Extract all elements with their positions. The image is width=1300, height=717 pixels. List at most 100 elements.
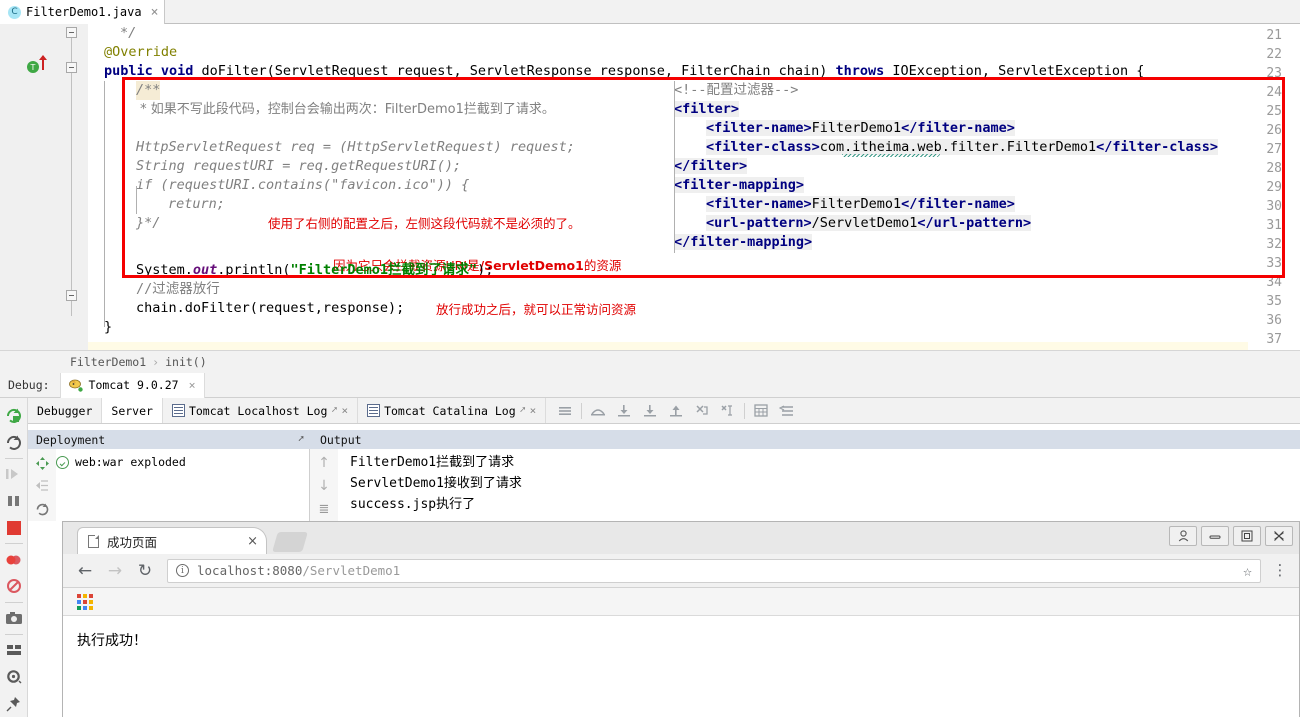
- window-controls[interactable]: [1169, 526, 1293, 546]
- evaluate-expression-icon[interactable]: [748, 398, 774, 423]
- deployment-artifact-row[interactable]: web:war exploded: [28, 449, 309, 469]
- new-tab-button[interactable]: [272, 532, 308, 552]
- force-step-into-icon[interactable]: [637, 398, 663, 423]
- xml-line-filter-open: <filter>: [674, 101, 740, 117]
- breadcrumb-method[interactable]: init(): [165, 355, 207, 369]
- show-execution-point-icon[interactable]: [552, 398, 578, 423]
- fold-toggle-icon[interactable]: [66, 62, 77, 73]
- deployment-pane[interactable]: web:war exploded: [28, 449, 310, 521]
- maximize-button[interactable]: [1233, 526, 1261, 546]
- log-file-icon: [367, 404, 381, 417]
- stop-icon[interactable]: [1, 514, 27, 541]
- close-button[interactable]: [1265, 526, 1293, 546]
- site-info-icon[interactable]: i: [176, 564, 189, 577]
- browser-nav-bar[interactable]: ← → ↻ i localhost:8080/ServletDemo1 ☆ ⋮: [63, 554, 1299, 588]
- profile-icon[interactable]: [1169, 526, 1197, 546]
- indent-guide: [136, 186, 137, 214]
- browser-tab[interactable]: 成功页面 ×: [77, 527, 267, 554]
- layout-icon[interactable]: [1, 636, 27, 663]
- divider: [744, 402, 746, 419]
- tab-server[interactable]: Server: [102, 398, 163, 423]
- debug-step-toolbar[interactable]: [546, 398, 800, 423]
- camera-icon[interactable]: [1, 605, 27, 632]
- close-icon[interactable]: ×: [247, 534, 258, 549]
- refresh-icon[interactable]: [35, 497, 50, 521]
- step-out-icon[interactable]: [663, 398, 689, 423]
- collapse-all-icon[interactable]: [35, 473, 50, 497]
- code-editor[interactable]: 21 22 23 24 25 26 27 28 29 30 31 32 33 3…: [0, 24, 1300, 350]
- bookmark-star-icon[interactable]: ☆: [1243, 562, 1252, 580]
- override-arrow-head-icon: [39, 55, 47, 60]
- apps-grid-icon[interactable]: [77, 593, 93, 610]
- breadcrumb[interactable]: FilterDemo1 › init(): [0, 350, 1300, 373]
- forward-icon[interactable]: →: [101, 558, 129, 584]
- divider: [4, 601, 23, 603]
- soft-wrap-icon[interactable]: [774, 398, 800, 423]
- rerun-icon[interactable]: [1, 402, 27, 429]
- mute-breakpoints-icon[interactable]: [1, 573, 27, 600]
- soft-wrap-output-icon[interactable]: ≣: [319, 502, 330, 521]
- debug-side-toolbar[interactable]: [0, 398, 28, 717]
- url-host: localhost:8080: [197, 563, 303, 578]
- xml-line-mapping-close: </filter-mapping>: [674, 234, 813, 250]
- breadcrumb-class[interactable]: FilterDemo1: [70, 355, 146, 369]
- pin-icon[interactable]: ➚: [520, 405, 526, 416]
- fold-toggle-icon[interactable]: [66, 27, 77, 38]
- tab-tomcat-localhost-log[interactable]: Tomcat Localhost Log ➚ ×: [163, 398, 359, 423]
- view-breakpoints-icon[interactable]: [1, 546, 27, 573]
- browser-window[interactable]: 成功页面 × ← → ↻ i localhost:8080/ServletDem…: [62, 521, 1300, 717]
- browser-menu-icon[interactable]: ⋮: [1269, 563, 1291, 578]
- divider: [581, 402, 583, 419]
- output-title: Output: [320, 432, 362, 447]
- editor-gutter: [0, 24, 58, 350]
- close-icon[interactable]: ×: [530, 404, 537, 417]
- restart-icon[interactable]: [1, 429, 27, 456]
- debug-label: Debug:: [8, 378, 50, 392]
- step-over-icon[interactable]: [585, 398, 611, 423]
- tab-tomcat-catalina-log[interactable]: Tomcat Catalina Log ➚ ×: [358, 398, 547, 423]
- console-line: ServletDemo1接收到了请求: [350, 476, 522, 491]
- tab-label: Server: [111, 403, 153, 418]
- output-scroll-toolbar[interactable]: ↑ ↓ ≣: [310, 449, 338, 521]
- reload-icon[interactable]: ↻: [131, 558, 159, 584]
- address-bar[interactable]: i localhost:8080/ServletDemo1 ☆: [167, 558, 1261, 583]
- xml-line-mapping-open: <filter-mapping>: [674, 177, 805, 193]
- debug-tab-strip[interactable]: Debugger Server Tomcat Localhost Log ➚ ×…: [28, 398, 1300, 424]
- drop-frame-icon[interactable]: [689, 398, 715, 423]
- output-console[interactable]: FilterDemo1拦截到了请求 ServletDemo1接收到了请求 suc…: [338, 449, 1300, 521]
- pin-icon[interactable]: [1, 690, 27, 717]
- deployment-side-toolbar[interactable]: [28, 449, 56, 521]
- minimize-button[interactable]: [1201, 526, 1229, 546]
- close-icon[interactable]: ×: [151, 5, 159, 20]
- tab-debugger[interactable]: Debugger: [28, 398, 103, 423]
- code-content[interactable]: */ @Override public void doFilter(Servle…: [88, 24, 1300, 350]
- debug-run-config-label: Tomcat 9.0.27: [88, 378, 179, 392]
- debug-panel-header: Debug: Tomcat 9.0.27 ×: [0, 372, 1300, 398]
- pin-icon[interactable]: ➚: [298, 434, 304, 445]
- scroll-up-icon[interactable]: ↑: [318, 455, 330, 478]
- code-line-36: }: [104, 319, 113, 335]
- override-method-icon[interactable]: T: [27, 61, 39, 73]
- close-icon[interactable]: ×: [341, 404, 348, 417]
- resume-program-icon[interactable]: [1, 461, 27, 488]
- tab-label: Tomcat Catalina Log: [384, 403, 516, 418]
- annotation-note-1: 使用了右侧的配置之后，左侧这段代码就不是必须的了。: [268, 216, 581, 231]
- close-icon[interactable]: ×: [189, 378, 196, 392]
- editor-tab-filterdemo1[interactable]: C FilterDemo1.java ×: [0, 0, 166, 24]
- scroll-down-icon[interactable]: ↓: [318, 478, 330, 501]
- pause-icon[interactable]: [1, 487, 27, 514]
- expand-all-icon[interactable]: [35, 453, 50, 473]
- divider: [4, 633, 23, 635]
- settings-gear-icon[interactable]: [1, 663, 27, 690]
- debug-run-config-tab[interactable]: Tomcat 9.0.27 ×: [59, 372, 205, 398]
- xml-line-mapping-name: <filter-name>FilterDemo1</filter-name>: [706, 196, 1015, 212]
- code-line-27: HttpServletRequest req = (HttpServletReq…: [136, 139, 575, 155]
- pin-icon[interactable]: ➚: [331, 405, 337, 416]
- bookmarks-bar[interactable]: [63, 588, 1299, 616]
- step-into-icon[interactable]: [611, 398, 637, 423]
- code-line-25: * 如果不写此段代码，控制台会输出两次：FilterDemo1拦截到了请求。: [136, 102, 555, 117]
- run-to-cursor-icon[interactable]: [715, 398, 741, 423]
- back-icon[interactable]: ←: [71, 558, 99, 584]
- fold-toggle-icon[interactable]: [66, 290, 77, 301]
- code-line-28: String requestURI = req.getRequestURI();: [136, 158, 462, 174]
